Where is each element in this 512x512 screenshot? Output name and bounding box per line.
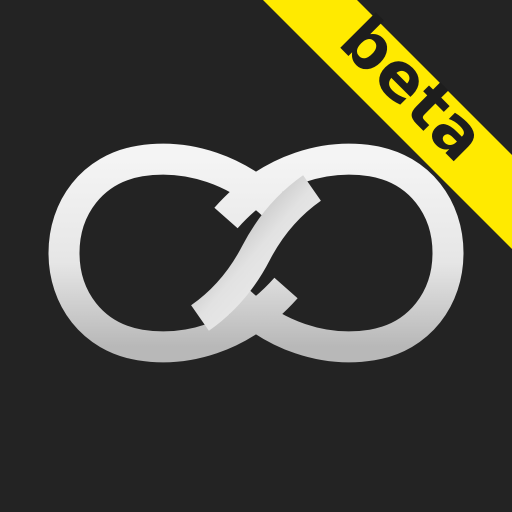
app-icon: beta	[0, 0, 512, 512]
beta-ribbon: beta	[263, 0, 512, 249]
